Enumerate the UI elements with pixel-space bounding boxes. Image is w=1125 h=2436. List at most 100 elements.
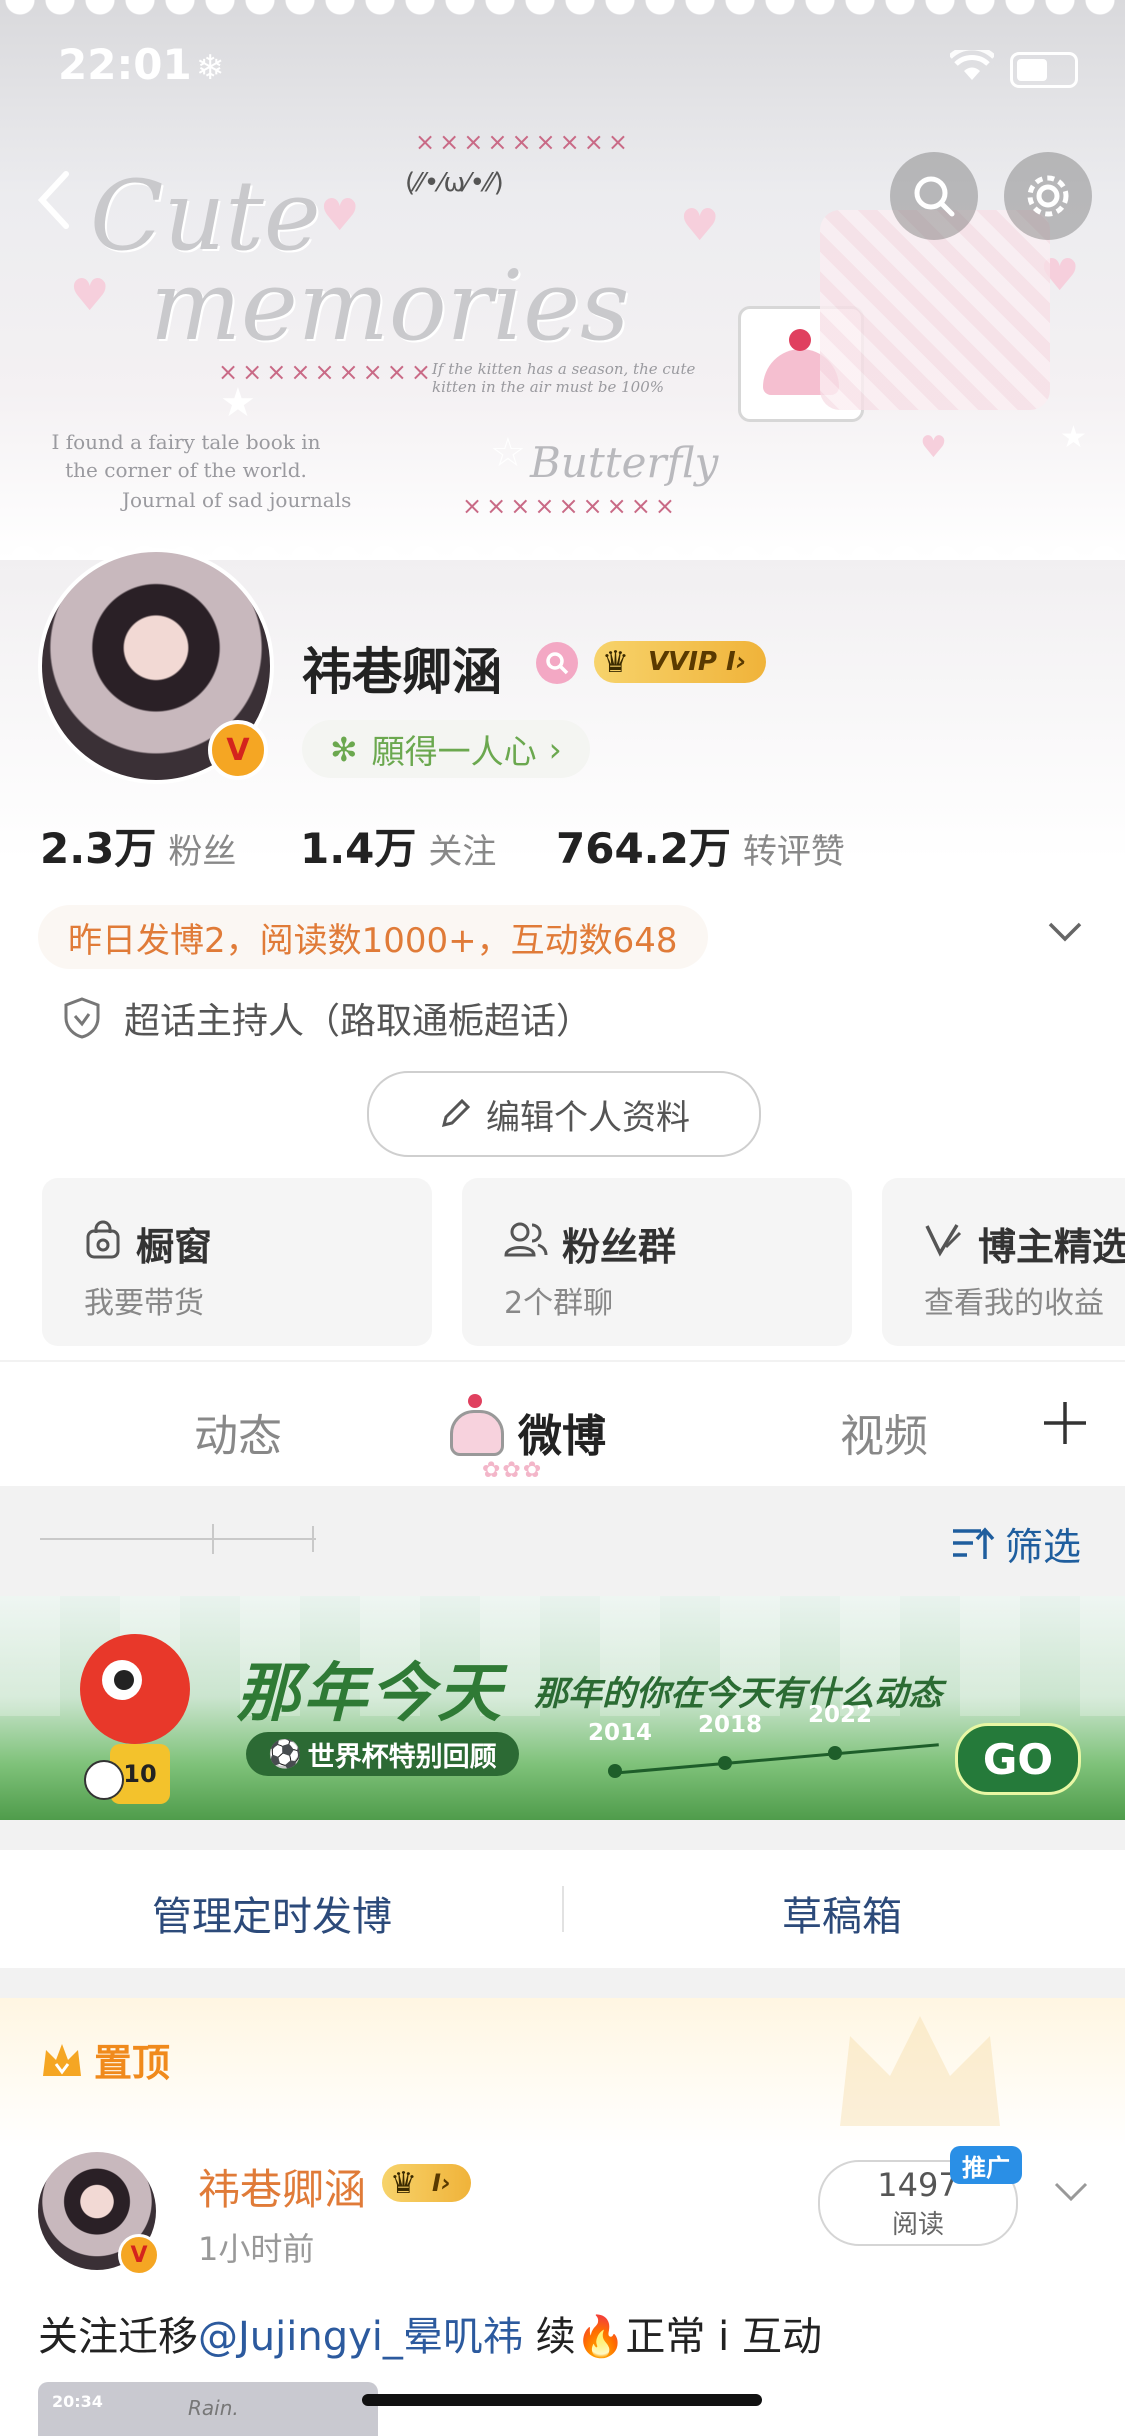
mascot-icon: 10 [80,1634,190,1804]
timeline-dot [828,1746,842,1760]
pencil-icon [441,1098,471,1128]
chevron-down-icon[interactable] [1046,920,1084,948]
settings-button[interactable] [1004,152,1092,240]
verified-badge: V [208,720,268,780]
search-button[interactable] [890,152,978,240]
crown-icon: ♛ [602,645,629,680]
super-topic-icon[interactable] [536,642,578,684]
star-icon: ★ [1060,420,1087,455]
post-author[interactable]: 祎巷卿涵 [198,2156,366,2217]
butterfly-text: Butterfly [530,438,719,487]
heart-icon: ♥ [320,190,360,241]
soccer-ball-icon: ⚽ [268,1739,302,1770]
timeline-dot [718,1756,732,1770]
card-showcase[interactable]: 橱窗 我要带货 [42,1178,432,1346]
status-time: 22:01 ❄ [58,40,225,89]
motto-pill[interactable]: ✻ 願得一人心 › [302,720,590,778]
heart-icon: ♥ [70,270,110,321]
crown-icon: ♛ [390,2166,417,2201]
promo-subtitle: 那年的你在今天有什么动态 [534,1674,942,1714]
home-indicator[interactable] [362,2394,762,2406]
add-tab-icon[interactable] [1040,1398,1090,1452]
filter-button[interactable]: 筛选 [951,1516,1081,1571]
v-icon [924,1221,964,1266]
flower-decoration-icon: ✿✿✿ [482,1458,544,1483]
profile-banner: ♥ ♥ ♥ ♥ ♥ ★ ☆ ★ Cute memories (⁄⁄•⁄ω⁄•⁄⁄… [0,0,1125,560]
chevron-right-icon: › [548,729,562,769]
go-button[interactable]: GO [955,1723,1081,1795]
tab-video[interactable]: 视频 [840,1400,928,1464]
post-image-thumbnail[interactable]: 20:34 Rain. [38,2382,378,2436]
back-icon[interactable] [36,170,72,234]
tab-dynamic[interactable]: 动态 [194,1400,282,1464]
lace-border-top [0,0,1125,40]
star-icon: ☆ [490,430,526,476]
yesterday-summary[interactable]: 昨日发博2，阅读数1000+，互动数648 [38,905,708,969]
checkered-heart [820,210,1050,410]
year-label: 2014 [588,1720,653,1746]
card-subtitle: 我要带货 [84,1286,204,1321]
verified-badge: V [118,2234,160,2276]
snowflake-icon: ❄ [195,48,225,88]
user-name: 祎巷卿涵 [302,643,502,701]
timeline-dot [608,1764,622,1778]
timeline-slider[interactable] [40,1538,316,1540]
stat-interactions[interactable]: 764.2万 转评赞 [556,815,845,876]
wifi-icon [948,45,996,86]
chevron-down-icon[interactable] [1052,2180,1090,2208]
journal-text: Journal of sad journals [122,488,352,512]
drafts-button[interactable]: 草稿箱 [782,1884,902,1942]
cross-decoration: ××××××××× [415,128,632,156]
cross-decoration: ××××××××× [218,358,435,386]
timeline-tick [212,1524,214,1554]
filter-icon [952,1526,995,1559]
post-text: 关注迁移@Jujingyi_晕叽祎 续🔥正常 i 互动 [38,2314,822,2360]
throwback-promo-banner[interactable]: 10 那年今天 那年的你在今天有什么动态 ⚽ 世界杯特别回顾 2014 2018 … [0,1596,1125,1820]
promo-title: 那年今天 [236,1657,504,1731]
heart-icon: ♥ [680,200,720,251]
card-fan-groups[interactable]: 粉丝群 2个群聊 [462,1178,852,1346]
edit-profile-button[interactable]: 编辑个人资料 [367,1071,761,1157]
card-creator-picks[interactable]: 博主精选 查看我的收益 [882,1178,1125,1346]
year-label: 2022 [808,1702,873,1728]
stat-following[interactable]: 1.4万 关注 [300,815,496,876]
bag-icon [84,1219,122,1268]
filter-row: 筛选 [0,1488,1125,1594]
football-icon [84,1760,124,1800]
star-icon: ★ [220,380,256,426]
shield-icon [64,997,100,1039]
battery-icon [1010,52,1078,88]
crown-icon [43,2043,81,2076]
post-time: 1小时前 [198,2230,315,2268]
timeline-line [609,1743,939,1775]
crown-watermark-icon [830,2006,1010,2136]
promote-badge[interactable]: 推广 [950,2146,1022,2184]
super-topic-host[interactable]: 超话主持人（路取通栀超话） [62,992,592,1044]
cross-decoration: ××××××××× [462,492,679,520]
gear-icon [1027,175,1069,217]
timeline-tick [312,1526,314,1552]
card-subtitle: 查看我的收益 [924,1286,1104,1321]
content-tabs: 动态 微博 ✿✿✿ 视频 [0,1362,1125,1486]
pinned-post: 置顶 V 祎巷卿涵 ♛ I › 1小时前 1497 阅读 推广 关注迁移@Juj… [0,1998,1125,2436]
card-subtitle: 2个群聊 [504,1286,614,1321]
pinned-label: 置顶 [40,2032,170,2087]
search-icon [914,176,955,217]
group-icon [504,1219,548,1268]
vvip-badge[interactable]: ♛ VVIP I › [594,641,767,683]
stat-fans[interactable]: 2.3万 粉丝 [40,815,236,876]
tab-weibo[interactable]: 微博 [518,1400,606,1464]
member-badge[interactable]: ♛ I › [382,2164,471,2202]
year-label: 2018 [698,1712,763,1738]
divider [562,1886,564,1932]
mention-link[interactable]: @Jujingyi_晕叽祎 [198,2314,523,2360]
clover-icon: ✻ [330,729,358,769]
promo-tag: ⚽ 世界杯特别回顾 [246,1732,519,1776]
cake-sticker-icon [444,1384,504,1456]
scheduled-posts-button[interactable]: 管理定时发博 [152,1884,392,1942]
fairy-tale-text: I found a fairy tale book in the corner … [51,430,321,482]
manage-row: 管理定时发博 草稿箱 [0,1850,1125,1968]
heart-icon: ♥ [920,430,947,465]
kaomoji: (⁄⁄•⁄ω⁄•⁄⁄) [405,168,504,198]
banner-title-line2: memories [150,250,630,362]
